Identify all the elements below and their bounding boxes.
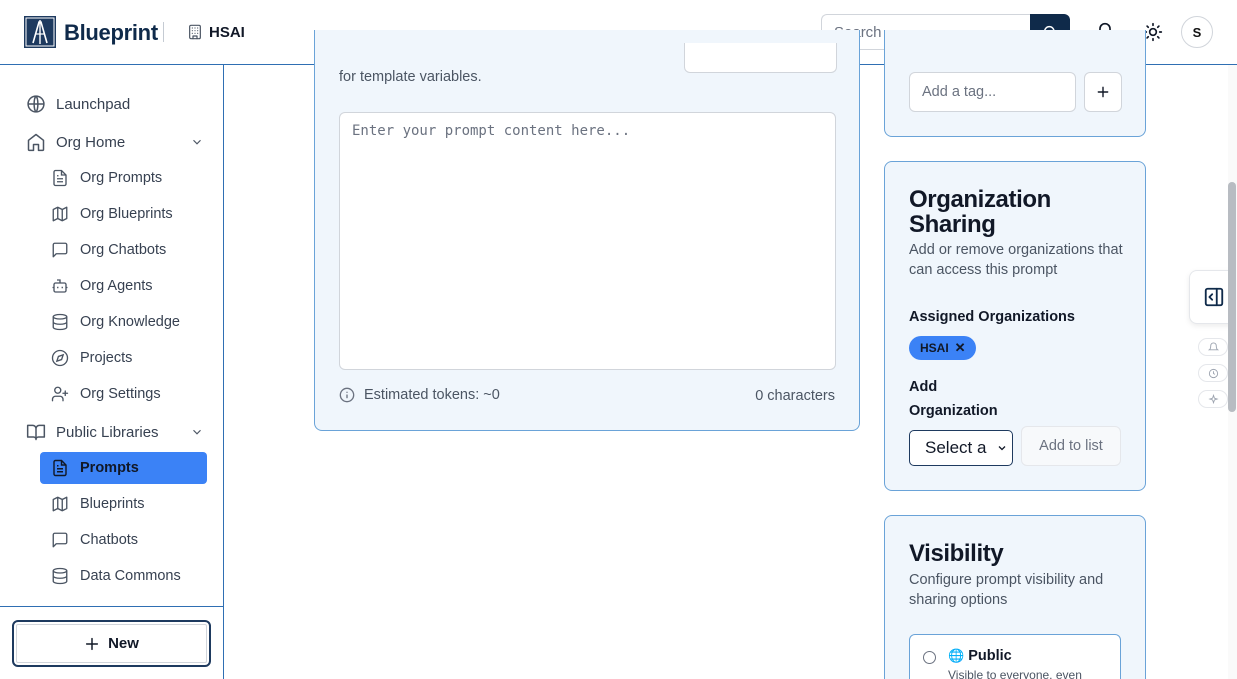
sidebar-item-label: Org Home [56, 133, 126, 151]
home-icon [27, 133, 45, 152]
tags-card [884, 30, 1146, 137]
organization-sharing-title: Organization Sharing [909, 186, 1051, 238]
organization-sharing-description: Add or remove organizations that can acc… [909, 242, 1123, 278]
building-icon [189, 24, 201, 40]
file-text-icon [53, 169, 67, 187]
theme-toggle-sun-icon[interactable] [1143, 22, 1163, 42]
globe-icon: 🌐 [948, 648, 965, 663]
sidebar-item-org-home[interactable]: Org Home [26, 132, 125, 152]
prompt-editor-card: for template variables. Estimated tokens… [314, 30, 860, 431]
sidebar-item-label: Org Blueprints [80, 206, 173, 222]
info-icon [339, 387, 355, 403]
sidebar-item-label: Projects [80, 350, 133, 366]
visibility-description: Configure prompt visibility and sharing … [909, 572, 1104, 608]
sidebar-item-label: Data Commons [80, 568, 181, 584]
sidebar-item-org-settings[interactable]: Org Settings [51, 385, 161, 403]
sidebar-item-org-chatbots[interactable]: Org Chatbots [51, 241, 166, 259]
sidebar-item-label: Org Settings [80, 386, 161, 402]
globe-icon [27, 95, 45, 113]
sidebar-item-prompts[interactable]: Prompts [51, 459, 139, 477]
organization-sharing-card: Organization Sharing Add or remove organ… [884, 161, 1146, 491]
panel-left-collapse-icon [1204, 287, 1223, 307]
sidebar-footer: New [0, 606, 223, 679]
sidebar-item-data-commons[interactable]: Data Commons [51, 567, 181, 585]
card-description: for template variables. [339, 69, 482, 85]
message-square-icon [52, 532, 68, 548]
bot-icon [52, 279, 68, 293]
remove-org-icon[interactable]: ✕ [955, 340, 966, 356]
user-plus-icon [51, 386, 69, 402]
visibility-card: Visibility Configure prompt visibility a… [884, 515, 1146, 679]
sparkle-icon [1207, 393, 1219, 404]
estimated-tokens-text: Estimated tokens: ~0 [364, 387, 500, 403]
plus-icon [1097, 86, 1109, 98]
sidebar-item-label: Org Agents [80, 278, 153, 294]
blueprint-logo-icon[interactable] [24, 16, 56, 48]
map-icon [52, 206, 68, 222]
compass-icon [51, 349, 69, 367]
organization-select-value: Select a [925, 438, 987, 457]
map-icon [52, 496, 68, 512]
top-select-partial[interactable] [684, 43, 837, 73]
sidebar-item-label: Chatbots [80, 532, 139, 548]
notifications-mini-button[interactable] [1198, 338, 1228, 356]
add-organization-label: Add Organization [909, 379, 998, 419]
sidebar-item-blueprints[interactable]: Blueprints [51, 495, 144, 513]
clock-icon [1208, 368, 1218, 378]
org-chip: HSAI ✕ [909, 336, 976, 360]
sidebar-item-org-prompts[interactable]: Org Prompts [51, 169, 162, 187]
sidebar-item-org-knowledge[interactable]: Org Knowledge [51, 313, 180, 331]
sidebar-item-public-libraries[interactable]: Public Libraries [26, 422, 159, 442]
sidebar-item-label: Org Chatbots [80, 242, 167, 258]
plus-icon [86, 637, 99, 650]
scrollbar-thumb[interactable] [1228, 182, 1236, 412]
file-text-icon [53, 459, 67, 477]
public-radio[interactable] [923, 651, 936, 664]
app-name[interactable]: Blueprint [64, 20, 158, 46]
sidebar-item-label: Prompts [80, 460, 139, 476]
book-open-icon [26, 424, 46, 441]
database-icon [52, 313, 68, 331]
sidebar-item-projects[interactable]: Projects [51, 349, 132, 367]
history-mini-button[interactable] [1198, 364, 1228, 382]
card-description-cut [339, 48, 639, 62]
tag-input[interactable] [909, 72, 1076, 112]
chevron-down-icon [998, 446, 1006, 451]
public-option-label: 🌐 Public [948, 648, 1012, 664]
sidebar-item-label: Public Libraries [56, 423, 159, 441]
visibility-option-public[interactable]: 🌐 Public Visible to everyone, even [909, 634, 1121, 679]
new-button[interactable]: New [12, 620, 211, 667]
database-icon [52, 567, 68, 585]
new-button-label: New [108, 635, 139, 652]
add-tag-button[interactable] [1084, 72, 1122, 112]
visibility-title: Visibility [909, 540, 1004, 567]
character-count: 0 characters [755, 388, 835, 404]
org-chip-label: HSAI [920, 341, 949, 355]
bell-icon [1207, 342, 1219, 350]
message-square-icon [52, 242, 68, 258]
chevron-down-icon[interactable] [190, 135, 204, 149]
sidebar-item-label: Org Prompts [80, 170, 163, 186]
header-divider [163, 22, 164, 42]
chevron-down-icon[interactable] [190, 425, 204, 439]
assigned-organizations-label: Assigned Organizations [909, 309, 1075, 325]
public-option-description: Visible to everyone, even [948, 668, 1082, 679]
org-name[interactable]: HSAI [209, 24, 245, 41]
sidebar: Launchpad Org Home Org Prompts Org Bluep… [0, 65, 224, 679]
estimated-tokens: Estimated tokens: ~0 [339, 387, 500, 403]
public-option-text: Public [968, 648, 1012, 664]
sidebar-item-org-agents[interactable]: Org Agents [51, 277, 153, 295]
sidebar-item-label: Org Knowledge [80, 314, 180, 330]
sidebar-item-label: Launchpad [56, 95, 131, 113]
sidebar-item-org-blueprints[interactable]: Org Blueprints [51, 205, 173, 223]
user-avatar[interactable]: S [1181, 16, 1213, 48]
sparkle-mini-button[interactable] [1198, 390, 1228, 408]
sidebar-item-chatbots[interactable]: Chatbots [51, 531, 138, 549]
organization-select[interactable]: Select a [909, 430, 1013, 466]
add-to-list-button[interactable]: Add to list [1021, 426, 1121, 466]
sidebar-item-launchpad[interactable]: Launchpad [26, 94, 130, 114]
sidebar-item-label: Blueprints [80, 496, 145, 512]
prompt-content-textarea[interactable] [339, 112, 836, 370]
